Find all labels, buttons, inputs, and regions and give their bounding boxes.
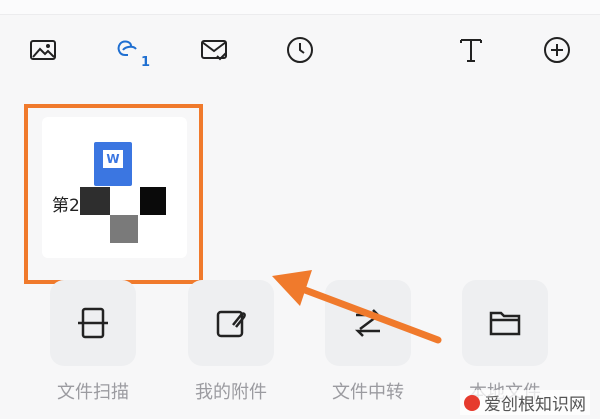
scan-icon [78, 307, 108, 339]
action-label: 文件中转 [332, 382, 404, 403]
action-label: 我的附件 [195, 382, 267, 403]
mail-check-icon[interactable] [196, 32, 232, 68]
action-local-files[interactable]: 本地文件 [462, 280, 548, 404]
attachment-icon [216, 310, 246, 338]
link-count-badge: 1 [140, 55, 150, 70]
add-circle-icon[interactable] [539, 32, 575, 68]
toolbar: 1 [0, 18, 600, 82]
watermark: 爱创根知识网 [460, 390, 590, 415]
action-file-transfer[interactable]: 文件中转 [325, 280, 411, 404]
image-icon[interactable] [25, 32, 61, 68]
top-divider [0, 0, 600, 15]
transfer-icon [354, 309, 382, 337]
clock-icon[interactable] [282, 32, 318, 68]
folder-icon [489, 311, 521, 336]
watermark-text: 爱创根知识网 [484, 395, 586, 415]
text-icon[interactable] [453, 32, 489, 68]
action-file-scan[interactable]: 文件扫描 [50, 280, 136, 404]
action-my-attachments[interactable]: 我的附件 [188, 280, 274, 404]
watermark-logo-icon [464, 394, 480, 411]
action-label: 文件扫描 [57, 382, 129, 403]
highlight-box [24, 104, 203, 284]
link-icon[interactable]: 1 [110, 32, 150, 70]
